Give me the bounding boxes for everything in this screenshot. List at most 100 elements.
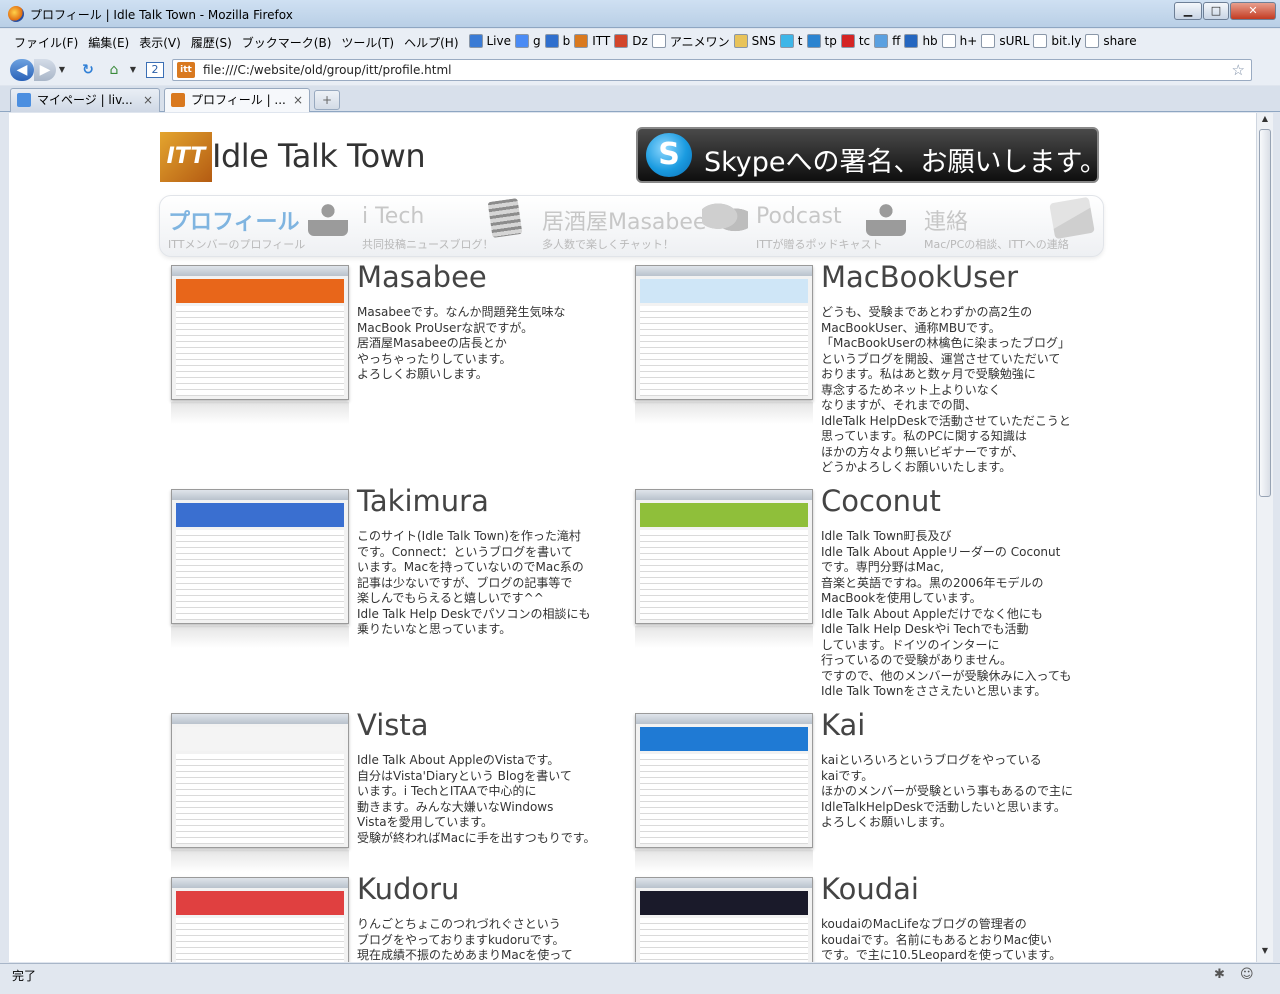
blog-screenshot[interactable] <box>171 265 349 400</box>
bookmark-label: Live <box>486 34 512 49</box>
addon-icon[interactable]: ✱ <box>1214 967 1225 982</box>
bookmark-item[interactable]: ff <box>874 34 900 49</box>
screenshot-header <box>640 891 808 915</box>
site-title[interactable]: Idle Talk Town <box>212 137 426 175</box>
screenshot-header <box>640 503 808 527</box>
bookmark-item[interactable]: ITT <box>574 34 611 49</box>
tab-profile[interactable]: プロフィール | ... × <box>164 88 310 112</box>
menu-history[interactable]: 履歴(S) <box>187 34 238 51</box>
dazz-icon <box>614 34 629 49</box>
tc-icon <box>840 34 855 49</box>
minimize-button[interactable]: ▁ <box>1174 2 1202 20</box>
member-name[interactable]: Masabee <box>357 260 487 294</box>
twitter-icon <box>779 34 794 49</box>
page-icon <box>1085 34 1100 49</box>
bookmark-item[interactable]: g <box>515 34 541 49</box>
history-dropdown-icon[interactable]: ▼ <box>57 59 67 81</box>
url-text[interactable]: file:///C:/website/old/group/itt/profile… <box>203 63 452 77</box>
tab-close-icon[interactable]: × <box>293 89 303 111</box>
chat-bubble-icon <box>702 200 748 236</box>
member-name[interactable]: MacBookUser <box>821 260 1018 294</box>
bookmark-item[interactable]: tc <box>840 34 870 49</box>
member-name[interactable]: Takimura <box>357 484 489 518</box>
site-favicon-icon: itt <box>177 62 195 78</box>
addon-face-icon[interactable]: ☺ <box>1240 967 1254 982</box>
blog-screenshot[interactable] <box>171 489 349 624</box>
new-tab-button[interactable]: + <box>314 90 340 110</box>
home-button[interactable]: ⌂ <box>104 59 124 81</box>
blog-screenshot[interactable] <box>635 265 813 400</box>
notepad-icon <box>487 198 523 238</box>
screenshot-body <box>176 530 344 620</box>
scroll-down-icon[interactable]: ▼ <box>1258 946 1272 960</box>
menu-edit[interactable]: 編集(E) <box>84 34 135 51</box>
home-dropdown-icon[interactable]: ▼ <box>128 59 138 81</box>
nav-podcast[interactable]: Podcast ITTが贈るポッドキャスト <box>756 196 916 256</box>
blog-screenshot[interactable] <box>635 713 813 848</box>
extension-button[interactable]: 2 <box>146 62 164 78</box>
bookmark-item[interactable]: hb <box>904 34 938 49</box>
bookmark-item[interactable]: h+ <box>941 34 977 49</box>
bookmark-label: share <box>1103 34 1137 49</box>
member-name[interactable]: Kai <box>821 708 865 742</box>
tab-close-icon[interactable]: × <box>143 89 153 111</box>
page-content: ITT Idle Talk Town S Skypeへの署名、お願いします。 プ… <box>9 113 1256 962</box>
tab-bar: マイページ | liv... × プロフィール | ... × + <box>0 86 1280 112</box>
bookmark-item[interactable]: Dz <box>614 34 648 49</box>
bookmark-item[interactable]: bit.ly <box>1033 34 1081 49</box>
site-logo[interactable]: ITT <box>160 132 212 182</box>
bing-icon <box>544 34 559 49</box>
member-name[interactable]: Kudoru <box>357 872 459 906</box>
forward-button[interactable]: ▶ <box>34 59 56 81</box>
bookmark-star-icon[interactable]: ☆ <box>1232 61 1245 79</box>
vertical-scrollbar[interactable]: ▲ ▼ <box>1256 113 1273 962</box>
bookmark-item[interactable]: sURL <box>981 34 1029 49</box>
skype-banner[interactable]: S Skypeへの署名、お願いします。 <box>636 127 1107 183</box>
menu-bookmarks[interactable]: ブックマーク(B) <box>238 34 338 51</box>
back-button[interactable]: ◀ <box>10 59 34 81</box>
hatena-icon <box>904 34 919 49</box>
menu-help[interactable]: ヘルプ(H) <box>400 34 464 51</box>
reload-button[interactable]: ↻ <box>78 59 98 81</box>
blog-screenshot[interactable] <box>171 877 349 962</box>
firefox-icon <box>8 6 24 22</box>
blog-screenshot[interactable] <box>635 489 813 624</box>
bookmark-item[interactable]: tp <box>806 34 837 49</box>
close-window-button[interactable]: ✕ <box>1230 2 1276 20</box>
scrollbar-thumb[interactable] <box>1259 129 1271 497</box>
nav-profile[interactable]: プロフィール ITTメンバーのプロフィール <box>168 196 348 256</box>
member-name[interactable]: Koudai <box>821 872 919 906</box>
nav-contact[interactable]: 連絡 Mac/PCの相談、ITTへの連絡 <box>924 196 1104 256</box>
nav-sublabel: Mac/PCの相談、ITTへの連絡 <box>924 238 1069 251</box>
skype-logo-icon: S <box>646 133 692 177</box>
menu-tools[interactable]: ツール(T) <box>337 34 400 51</box>
nav-izakaya[interactable]: 居酒屋Masabee 多人数で楽しくチャット！ <box>542 196 752 256</box>
member-name[interactable]: Coconut <box>821 484 941 518</box>
maximize-button[interactable]: □ <box>1203 2 1229 20</box>
scroll-up-icon[interactable]: ▲ <box>1258 114 1272 128</box>
person-icon <box>308 200 348 236</box>
nav-itech[interactable]: i Tech 共同投稿ニュースブログ！ <box>362 196 523 256</box>
bookmark-label: t <box>797 34 803 49</box>
google-icon <box>515 34 530 49</box>
bookmark-item[interactable]: アニメワン <box>651 33 730 50</box>
bookmark-item[interactable]: Live <box>468 34 512 49</box>
blog-screenshot[interactable] <box>635 877 813 962</box>
tab-mypage[interactable]: マイページ | liv... × <box>10 88 160 112</box>
bookmark-item[interactable]: SNS <box>733 34 776 49</box>
bookmark-item[interactable]: t <box>779 34 803 49</box>
menu-bar: ファイル(F) 編集(E) 表示(V) 履歴(S) ブックマーク(B) ツール(… <box>0 29 1280 55</box>
bookmark-item[interactable]: b <box>544 34 570 49</box>
menu-view[interactable]: 表示(V) <box>135 34 187 51</box>
blog-screenshot[interactable] <box>171 713 349 848</box>
screenshot-reflection <box>171 850 349 872</box>
member-name[interactable]: Vista <box>357 708 429 742</box>
nav-sublabel: ITTが贈るポッドキャスト <box>756 238 883 251</box>
navigation-toolbar: ◀ ▶ ▼ ↻ ⌂ ▼ 2 itt file:///C:/website/old… <box>0 55 1280 85</box>
url-bar[interactable]: itt file:///C:/website/old/group/itt/pro… <box>172 59 1252 81</box>
tp-icon <box>806 34 821 49</box>
bookmark-label: ITT <box>592 34 611 49</box>
member-description: Idle Talk About AppleのVistaです。 自分はVista'… <box>357 753 596 845</box>
menu-file[interactable]: ファイル(F) <box>10 34 84 51</box>
bookmark-item[interactable]: share <box>1085 34 1137 49</box>
